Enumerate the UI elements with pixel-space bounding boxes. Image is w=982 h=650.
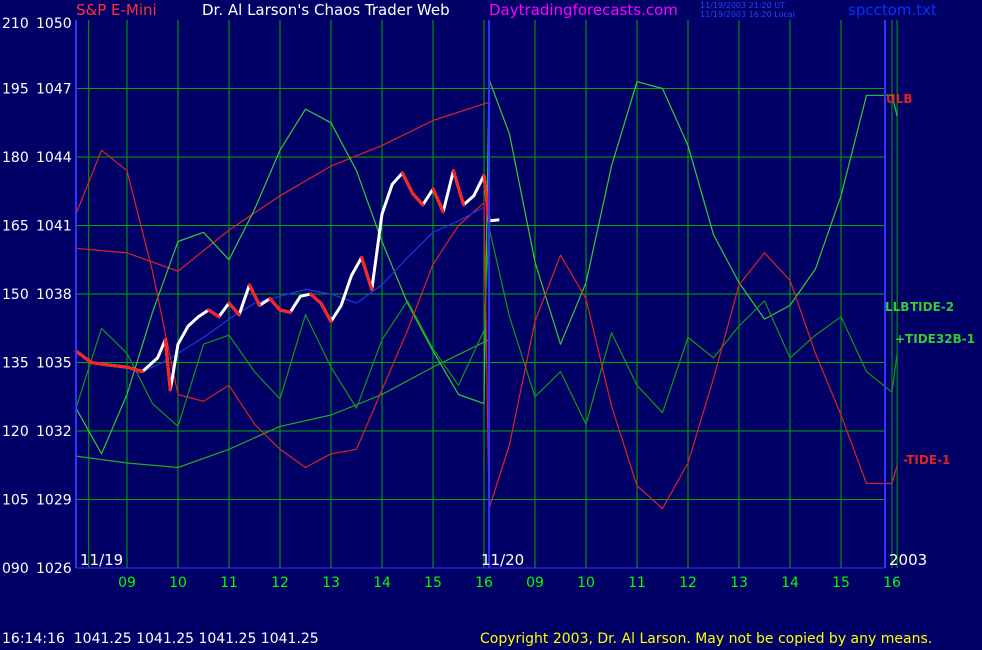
y-index-tick: 165	[2, 219, 29, 235]
y-price-tick: 1035	[36, 356, 72, 372]
y-index-tick: 090	[2, 561, 29, 577]
x-hour-tick: 10	[577, 575, 595, 591]
y-index-tick: 150	[2, 287, 29, 303]
price-down-segment	[319, 301, 333, 323]
copyright: Copyright 2003, Dr. Al Larson. May not b…	[480, 631, 933, 647]
y-price-tick: 1050	[36, 16, 72, 32]
y-price-tick: 1026	[36, 561, 72, 577]
ulb-line	[75, 101, 490, 272]
x-hour-tick: 12	[271, 575, 289, 591]
x-hour-tick: 16	[883, 575, 901, 591]
price-down-segment	[227, 301, 241, 317]
date-label: 11/19	[80, 551, 123, 569]
price-down-segment	[309, 292, 323, 305]
x-hour-tick: 10	[169, 575, 187, 591]
y-index-tick: 195	[2, 82, 29, 98]
price-down-segment	[268, 297, 282, 312]
price-down-segment	[105, 363, 129, 369]
y-price-tick: 1038	[36, 287, 72, 303]
price-down-segment	[360, 255, 374, 291]
tide-2-line	[75, 78, 898, 455]
x-hour-tick: 15	[424, 575, 442, 591]
x-hour-tick: 11	[220, 575, 238, 591]
price-down-segment	[431, 187, 445, 214]
x-hour-tick: 14	[373, 575, 391, 591]
x-hour-tick: 11	[628, 575, 646, 591]
y-index-tick: 180	[2, 150, 29, 166]
y-price-tick: 1044	[36, 150, 72, 166]
x-hour-tick: 13	[322, 575, 340, 591]
chaos-chart: 210 1050 195 1047 180 1044 165 1041 150 1038 135 10…	[2, 16, 975, 591]
price-down-segment	[451, 169, 466, 207]
x-hour-tick: 12	[679, 575, 697, 591]
y-index-tick: 135	[2, 356, 29, 372]
x-hour-tick: 14	[781, 575, 799, 591]
chart-grid	[76, 20, 898, 568]
date-label: 2003	[889, 551, 927, 569]
y-price-tick: 1029	[36, 493, 72, 509]
price-down-segment	[247, 283, 262, 307]
x-hour-tick: 16	[475, 575, 493, 591]
price-down-segment	[411, 192, 425, 207]
y-index-tick: 210	[2, 16, 29, 32]
y-index-tick: 120	[2, 424, 29, 440]
series-label: ULB	[886, 92, 913, 106]
y-price-tick: 1047	[36, 82, 72, 98]
x-hour-tick: 13	[730, 575, 748, 591]
local-timestamp: 11/19/2003 16:20 Local	[700, 10, 795, 19]
price-down-segment	[278, 308, 292, 314]
data-file-name: spcctom.txt	[848, 1, 937, 19]
utc-timestamp: 11/19/2003 21:20 UT	[700, 1, 785, 10]
last-quote: 16:14:16 1041.25 1041.25 1041.25 1041.25	[2, 631, 319, 647]
y-price-tick: 1041	[36, 219, 72, 235]
date-label: 11/20	[481, 551, 524, 569]
x-hour-tick: 09	[526, 575, 544, 591]
x-hour-tick: 09	[118, 575, 136, 591]
series-label: TIDE-2	[910, 300, 954, 314]
x-hour-tick: 15	[832, 575, 850, 591]
site-link[interactable]: Daytradingforecasts.com	[489, 1, 678, 19]
y-index-tick: 105	[2, 493, 29, 509]
series-label: +TIDE32B-1	[895, 332, 975, 346]
series-label: -TIDE-1	[903, 453, 950, 467]
price-down-segment	[400, 171, 415, 196]
y-price-tick: 1032	[36, 424, 72, 440]
chart-title: Dr. Al Larson's Chaos Trader Web	[202, 1, 450, 19]
instrument-title: S&P E-Mini	[76, 1, 157, 19]
series-label: LLB	[885, 300, 909, 314]
price-down-segment	[207, 308, 221, 319]
